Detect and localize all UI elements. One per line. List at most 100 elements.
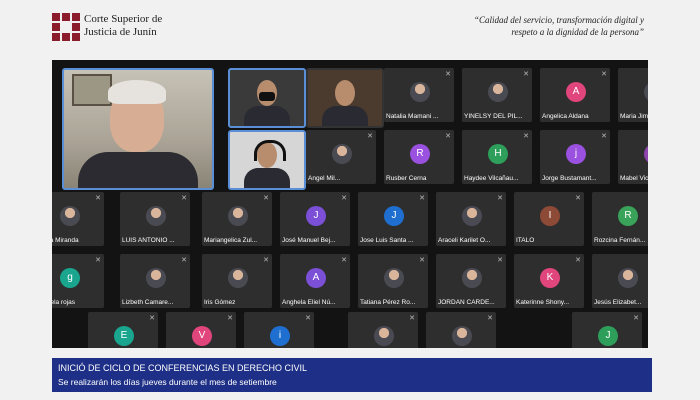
mic-muted-icon: ✕	[633, 315, 639, 322]
avatar-photo	[462, 206, 482, 226]
participant-tile[interactable]: ✕ j Jorge Bustamant...	[540, 130, 610, 184]
participant-tile[interactable]: ✕ A Anghela Eliel Nú...	[280, 254, 350, 308]
avatar-initial: J	[306, 206, 326, 226]
participant-tile[interactable]: ✕RRozcina Fernán...	[592, 192, 648, 246]
participant-name: Katerinne Shony...	[516, 299, 569, 306]
participant-tile[interactable]: ✕ YINELSY DEL PIL...	[462, 68, 532, 122]
participant-name: Mariangelica Zul...	[204, 237, 258, 244]
speaker-suit	[78, 152, 198, 188]
avatar-photo	[374, 326, 394, 346]
avatar-initial: J	[384, 206, 404, 226]
participant-tile[interactable]: ✕ LUIS ANTONIO ...	[120, 192, 190, 246]
mic-muted-icon: ✕	[487, 315, 493, 322]
speaker-hair	[108, 80, 166, 104]
participant-name: gabriela rojas	[52, 299, 76, 306]
participant-tile[interactable]: ✕ JORDAN CARDE...	[436, 254, 506, 308]
participant-tile[interactable]: ✕ A Angelica Aldana	[540, 68, 610, 122]
avatar-photo	[410, 82, 430, 102]
header: Corte Superior de Justicia de Junín “Cal…	[0, 0, 700, 52]
participant-tile[interactable]: ✕Maria Jiménez	[618, 68, 648, 122]
participant-tile[interactable]: ✕ H Haydee Vilcañau...	[462, 130, 532, 184]
participant-name: LUIS ANTONIO ...	[122, 237, 175, 244]
participant-tile[interactable]: ✕ Angel Mil...	[306, 130, 376, 184]
avatar-initial: H	[488, 144, 508, 164]
mic-muted-icon: ✕	[95, 257, 101, 264]
avatar-photo	[146, 268, 166, 288]
avatar-photo	[462, 268, 482, 288]
mic-muted-icon: ✕	[263, 195, 269, 202]
participant-tile[interactable]: ✕ Iris Gómez	[202, 254, 272, 308]
mic-muted-icon: ✕	[445, 133, 451, 140]
participant-name: Jorge Bustamant...	[542, 175, 597, 182]
participant-tile[interactable]: ✕ J Jose Luis Santa ...	[358, 192, 428, 246]
avatar-photo	[618, 268, 638, 288]
court-logo-icon	[52, 13, 80, 41]
participant-name: ITALO	[516, 237, 535, 244]
participant-tile[interactable]: ✕ Gloria Miranda	[52, 192, 104, 246]
mic-muted-icon: ✕	[601, 71, 607, 78]
participant-tile[interactable]: ✕ Lizbeth Camare...	[120, 254, 190, 308]
participant-tile[interactable]: ✕ R Rusber Cerna	[384, 130, 454, 184]
participant-tile[interactable]: ✕ E	[88, 312, 158, 348]
avatar-photo	[228, 206, 248, 226]
participant-tile[interactable]: ✕ g gabriela rojas	[52, 254, 104, 308]
participant-name: Rusber Cerna	[386, 175, 427, 182]
participant-name: Angel Mil...	[308, 175, 341, 182]
org-name-line1: Corte Superior de	[84, 13, 163, 25]
participant-tile[interactable]: ✕	[426, 312, 496, 348]
participant-name: Lizbeth Camare...	[122, 299, 174, 306]
participant-tile[interactable]: ✕ I ITALO	[514, 192, 584, 246]
avatar-photo	[146, 206, 166, 226]
news-banner: INICIÓ DE CICLO DE CONFERENCIAS EN DEREC…	[52, 358, 652, 392]
participant-tile[interactable]: ✕	[348, 312, 418, 348]
avatar-initial: A	[566, 82, 586, 102]
avatar-initial: R	[618, 206, 638, 226]
participant-tile[interactable]: ✕ Natalia Mamani ...	[384, 68, 454, 122]
mic-muted-icon: ✕	[95, 195, 101, 202]
avatar-photo	[60, 206, 80, 226]
avatar-initial: E	[114, 326, 134, 346]
participant-tile[interactable]: ✕ Tatiana Pérez Ro...	[358, 254, 428, 308]
mic-muted-icon: ✕	[497, 195, 503, 202]
wall-frame	[72, 74, 112, 106]
org-name-line2: Justicia de Junín	[84, 26, 157, 38]
participant-tile[interactable]: ✕Jesús Elizabet...	[592, 254, 648, 308]
participant-tile[interactable]: ✕ J	[572, 312, 642, 348]
avatar-photo	[452, 326, 472, 346]
avatar-initial: K	[540, 268, 560, 288]
mic-muted-icon: ✕	[523, 71, 529, 78]
mic-muted-icon: ✕	[149, 315, 155, 322]
mic-muted-icon: ✕	[341, 257, 347, 264]
participant-tile[interactable]: ✕ V	[166, 312, 236, 348]
video-body	[244, 168, 290, 188]
participant-tile[interactable]: ✕MMabel Victoria	[618, 130, 648, 184]
participant-name: Anghela Eliel Nú...	[282, 299, 336, 306]
mic-muted-icon: ✕	[263, 257, 269, 264]
banner-subtitle: Se realizarán los días jueves durante el…	[58, 377, 277, 387]
active-speaker-video[interactable]	[62, 68, 214, 190]
participant-name: Haydee Vilcañau...	[464, 175, 519, 182]
participant-video-headset[interactable]	[228, 130, 306, 190]
participant-tile[interactable]: ✕ i	[244, 312, 314, 348]
participant-tile[interactable]: ✕ Araceli Karilet O...	[436, 192, 506, 246]
mic-muted-icon: ✕	[409, 315, 415, 322]
participant-tile[interactable]: ✕ K Katerinne Shony...	[514, 254, 584, 308]
participant-name: Angelica Aldana	[542, 113, 589, 120]
mic-muted-icon: ✕	[523, 133, 529, 140]
motto-line1: “Calidad del servicio, transformación di…	[474, 15, 644, 25]
mic-muted-icon: ✕	[227, 315, 233, 322]
avatar-photo	[228, 268, 248, 288]
mic-muted-icon: ✕	[181, 195, 187, 202]
video-body	[244, 106, 290, 126]
mic-muted-icon: ✕	[305, 315, 311, 322]
participant-name: Rozcina Fernán...	[594, 237, 646, 244]
participant-tile[interactable]: ✕ Mariangelica Zul...	[202, 192, 272, 246]
motto: “Calidad del servicio, transformación di…	[424, 14, 644, 38]
participant-name: JORDAN CARDE...	[438, 299, 495, 306]
participant-name: Gloria Miranda	[52, 237, 79, 244]
participant-video-masked[interactable]	[228, 68, 306, 128]
participant-video-elder[interactable]	[306, 68, 384, 128]
avatar-initial: A	[306, 268, 326, 288]
participant-tile[interactable]: ✕ J José Manuel Bej...	[280, 192, 350, 246]
mic-muted-icon: ✕	[341, 195, 347, 202]
